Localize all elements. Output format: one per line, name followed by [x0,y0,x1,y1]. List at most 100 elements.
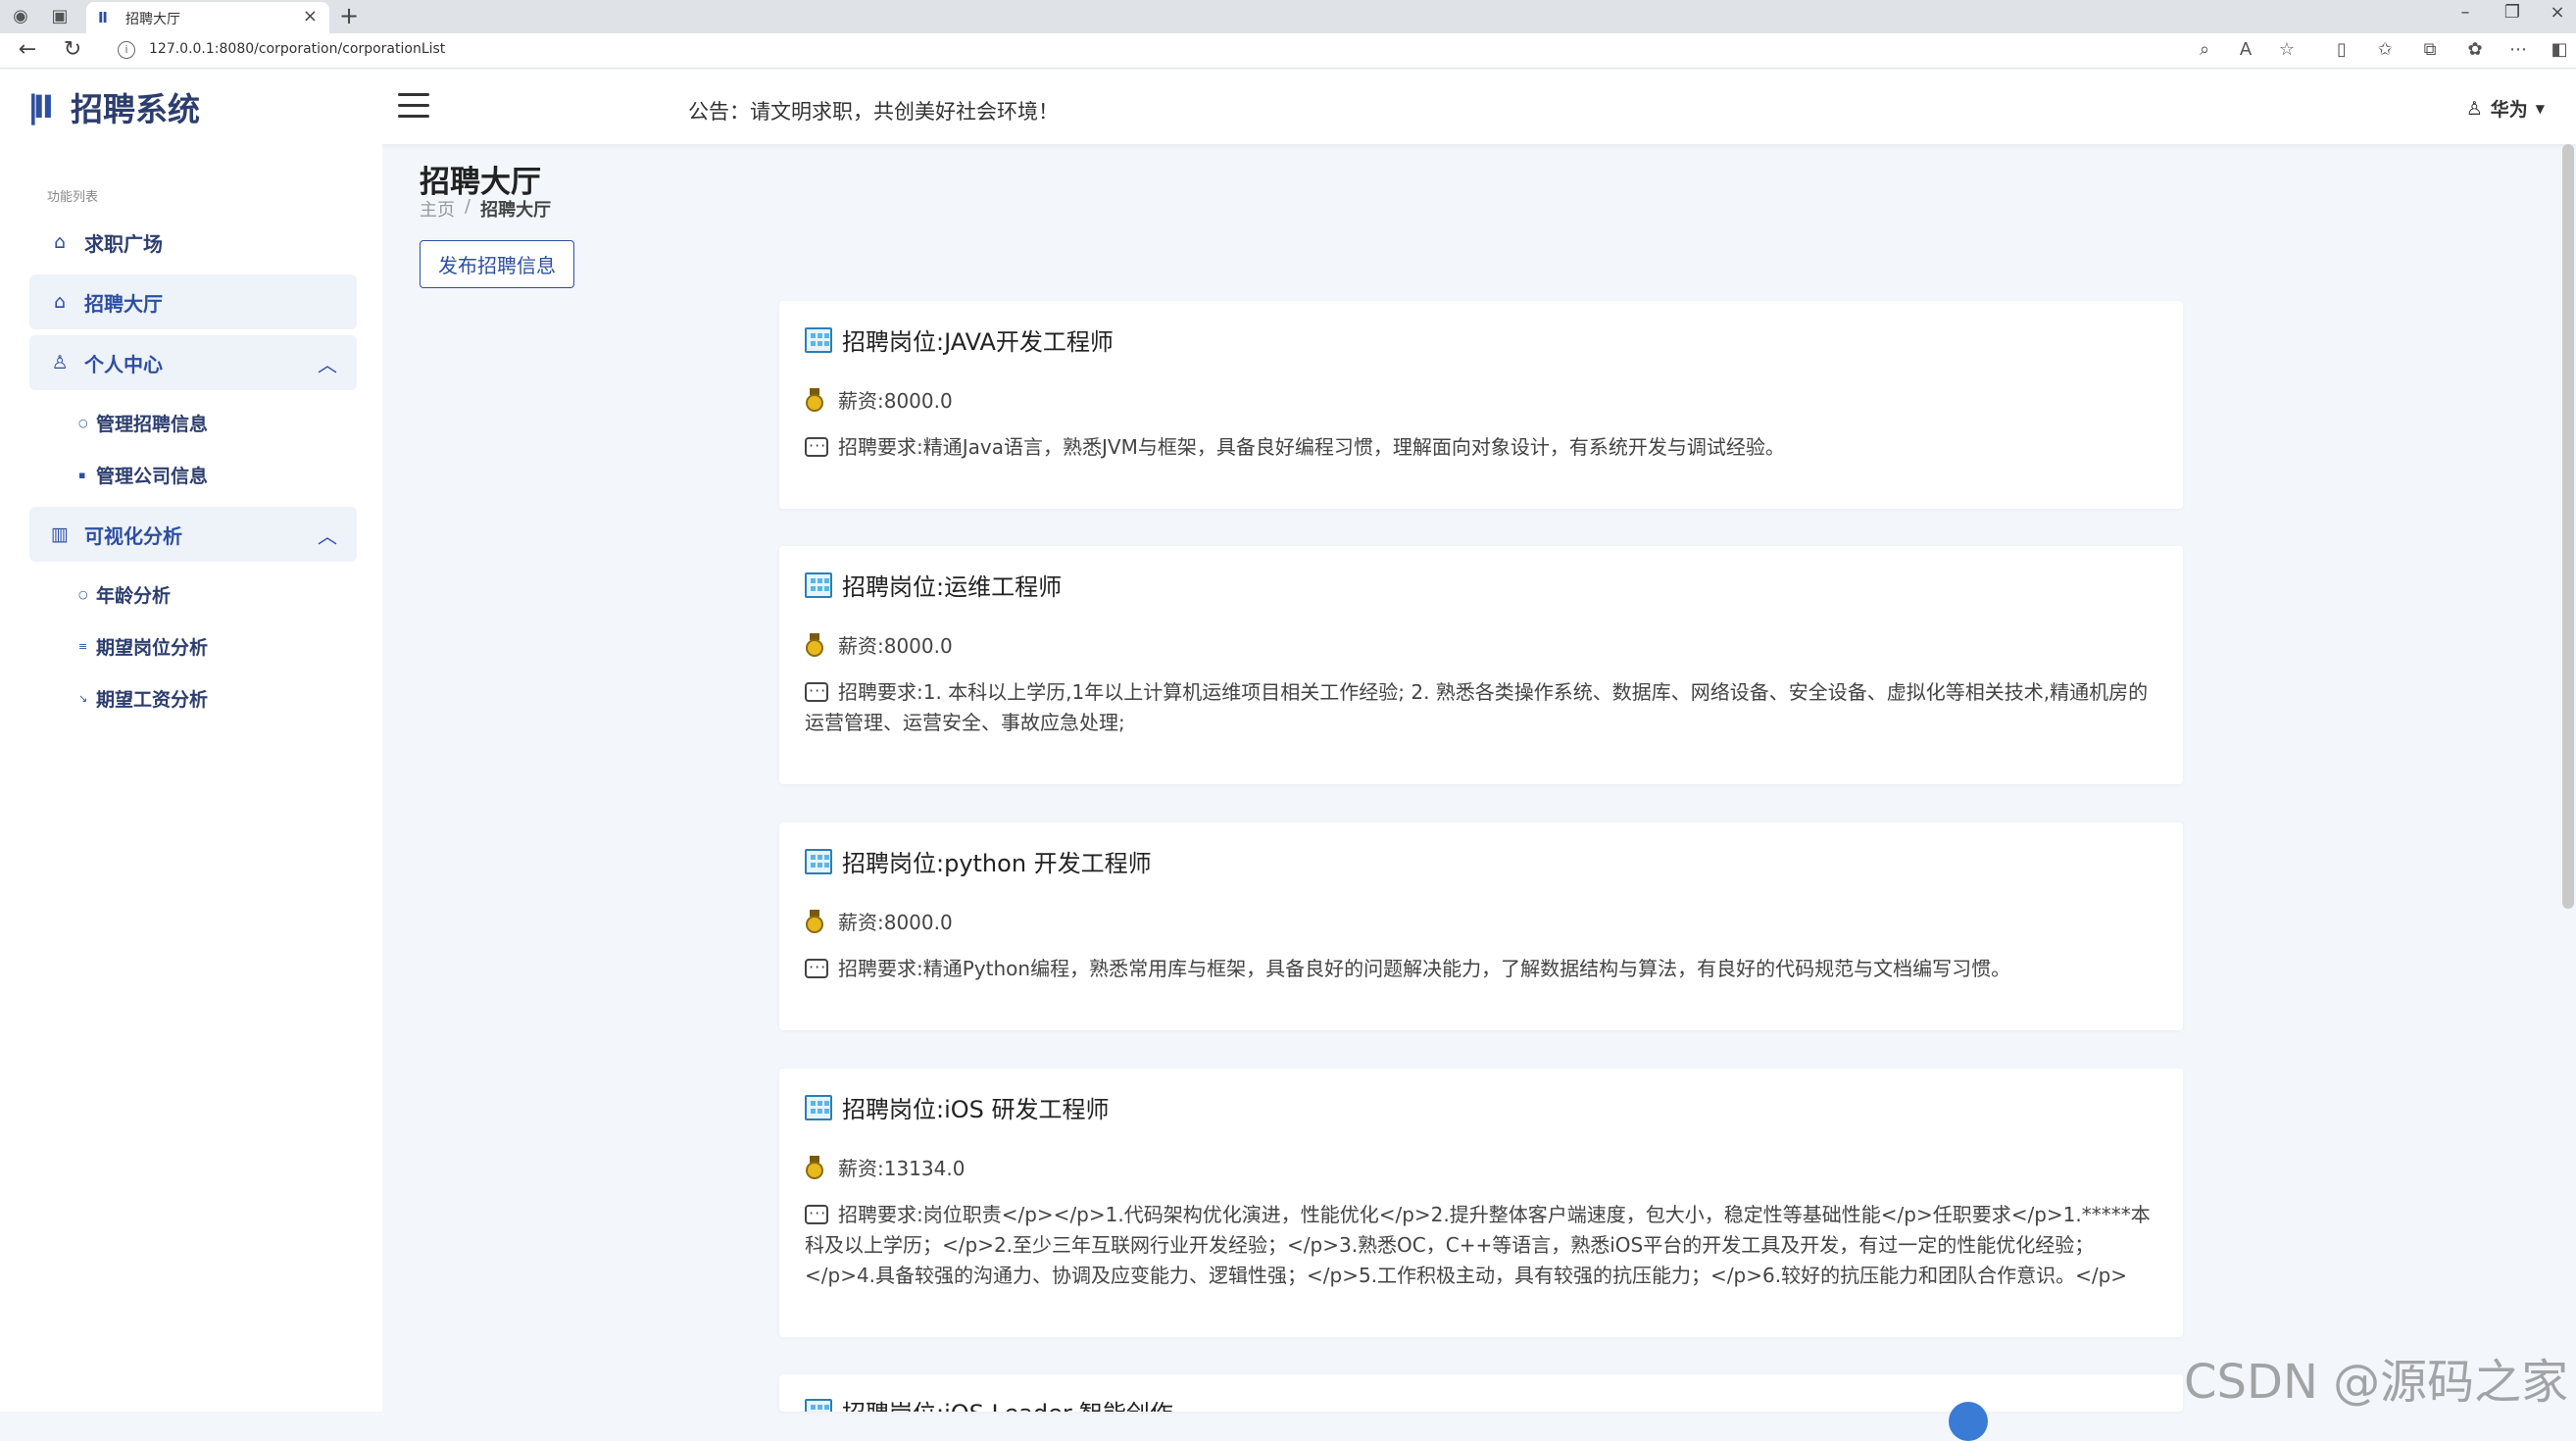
job-title[interactable]: 招聘岗位:JAVA开发工程师 [805,323,1114,357]
profile-icon[interactable]: ◉ [10,6,31,27]
close-window-icon[interactable]: × [2543,2,2572,23]
bullet-icon: ↘ [78,691,88,705]
collections-icon[interactable]: ⧉ [2417,39,2443,60]
sidebar-item-label: 求职广场 [84,231,163,256]
sidebar-group-personal-center[interactable]: ♙ 个人中心 ︿ [29,335,357,390]
job-requirement-text: 招聘要求:精通Python编程，熟悉常用库与框架，具备良好的问题解决能力，了解数… [838,957,2011,980]
sidebar-toggle-icon[interactable]: ◧ [2547,39,2572,60]
sidebar-subitem-salary-analysis[interactable]: ↘ 期望工资分析 [78,680,208,716]
restore-icon[interactable]: ❐ [2498,2,2527,23]
job-requirement: 招聘要求:1. 本科以上学历,1年以上计算机运维项目相关工作经验; 2. 熟悉各… [805,675,2157,738]
sidebar-item-label: 招聘大厅 [84,291,163,316]
sidebar-item-label: 个人中心 [84,352,163,376]
chevron-up-icon: ︿ [318,524,337,548]
job-card[interactable]: 招聘岗位:iOS 研发工程师 薪资:13134.0 招聘要求:岗位职责</p><… [779,1068,2183,1337]
page-scrollbar[interactable] [2562,144,2574,909]
job-title[interactable]: 招聘岗位:iOS Leader-智能创作 [805,1394,1173,1412]
sidebar-item-label: 可视化分析 [84,523,182,548]
browser-tab[interactable]: Ⅱ 招聘大厅 × [86,2,329,33]
tab-close-icon[interactable]: × [303,6,318,26]
site-info-icon[interactable]: i [118,41,135,59]
chevron-up-icon: ︿ [318,353,337,376]
favorites-icon[interactable]: ✩ [2372,39,2398,60]
medal-icon [805,387,824,412]
job-requirement-text: 招聘要求:1. 本科以上学历,1年以上计算机运维项目相关工作经验; 2. 熟悉各… [805,680,2149,734]
extension-icon[interactable]: ✿ [2462,39,2488,60]
sidebar-item-job-square[interactable]: ⌂ 求职广场 [29,215,357,270]
bullet-icon: ○ [78,416,88,429]
comment-icon [805,430,828,461]
job-title-text: 招聘岗位:iOS 研发工程师 [842,1096,1110,1123]
notice-text: 公告：请文明求职，共创美好社会环境！ [688,100,1059,124]
tab-actions-icon[interactable]: ▣ [49,6,71,27]
job-requirement: 招聘要求:岗位职责</p></p>1.代码架构优化演进，性能优化</p>2.提升… [805,1198,2157,1291]
browser-addressbar: ← ↻ i 127.0.0.1:8080/corporation/corpora… [0,33,2576,69]
user-name: 华为 [2490,99,2528,121]
page-title: 招聘大厅 [420,165,541,200]
building-icon [805,326,832,353]
minimize-icon[interactable]: – [2451,2,2480,23]
tab-title: 招聘大厅 [125,12,180,27]
sidebar-caption: 功能列表 [47,190,99,205]
job-salary-text: 薪资:8000.0 [838,911,953,934]
browser-tabstrip: ◉ ▣ Ⅱ 招聘大厅 × + – ❐ × [0,0,2576,33]
job-requirement-text: 招聘要求:精通Java语言，熟悉JVM与框架，具备良好编程习惯，理解面向对象设计… [838,435,1785,459]
favorite-star-icon[interactable]: ☆ [2274,39,2300,60]
sidebar-subitem-position-analysis[interactable]: ≡ 期望岗位分析 [78,628,208,664]
url-field[interactable]: 127.0.0.1:8080/corporation/corporationLi… [149,41,445,57]
sidebar-subitem-manage-jobs[interactable]: ○ 管理招聘信息 [78,405,208,440]
home-icon: ⌂ [53,231,67,253]
medal-icon [805,632,824,657]
breadcrumb-separator: / [465,196,471,217]
floating-action-button[interactable] [1949,1402,1988,1441]
more-icon[interactable]: ⋯ [2505,39,2531,60]
site-favicon-icon: Ⅱ [98,9,108,26]
user-menu[interactable]: ♙ 华为 ▼ [2466,95,2545,122]
caret-down-icon: ▼ [2535,101,2545,116]
sidebar-subitem-label: 管理公司信息 [96,465,209,487]
app-logo[interactable]: |Ⅱ 招聘系统 [27,87,200,128]
sidebar-subitem-label: 期望岗位分析 [96,636,209,659]
comment-icon [805,952,828,982]
logo-mark-icon: |Ⅱ [27,88,54,125]
sidebar-subitem-label: 管理招聘信息 [96,413,209,435]
job-title[interactable]: 招聘岗位:iOS 研发工程师 [805,1090,1110,1124]
read-aloud-icon[interactable]: A [2233,39,2258,60]
job-salary-text: 薪资:8000.0 [838,634,953,658]
building-icon [805,571,832,598]
sidebar-item-recruit-hall[interactable]: ⌂ 招聘大厅 [29,274,357,329]
sidebar-subitem-manage-company[interactable]: ▪ 管理公司信息 [78,457,208,492]
split-screen-icon[interactable]: ▯ [2329,39,2354,60]
sidebar: 功能列表 ⌂ 求职广场 ⌂ 招聘大厅 ♙ 个人中心 ︿ ○ 管理招聘信息 ▪ 管… [0,144,382,1412]
job-card[interactable]: 招聘岗位:JAVA开发工程师 薪资:8000.0 招聘要求:精通Java语言，熟… [779,301,2183,509]
job-requirement: 招聘要求:精通Python编程，熟悉常用库与框架，具备良好的问题解决能力，了解数… [805,952,2157,984]
bullet-icon: ≡ [78,639,88,653]
job-title-text: 招聘岗位:iOS Leader-智能创作 [842,1394,1173,1412]
job-salary: 薪资:8000.0 [805,907,953,935]
sidebar-subitem-label: 年龄分析 [96,584,172,607]
bullet-icon: ○ [78,587,88,601]
publish-job-button[interactable]: 发布招聘信息 [420,240,574,288]
reload-icon[interactable]: ↻ [59,37,86,62]
job-salary: 薪资:13134.0 [805,1153,965,1181]
back-icon[interactable]: ← [14,37,41,62]
medal-icon [805,909,824,933]
job-title[interactable]: 招聘岗位:运维工程师 [805,568,1062,602]
comment-icon [805,675,828,706]
job-card[interactable]: 招聘岗位:python 开发工程师 薪资:8000.0 招聘要求:精通Pytho… [779,822,2183,1030]
building-icon [805,848,832,874]
sidebar-subitem-label: 期望工资分析 [96,688,209,711]
sidebar-group-visual-analysis[interactable]: ▥ 可视化分析 ︿ [29,507,357,562]
job-title[interactable]: 招聘岗位:python 开发工程师 [805,844,1152,878]
sidebar-subitem-age-analysis[interactable]: ○ 年龄分析 [78,576,171,612]
job-card[interactable]: 招聘岗位:运维工程师 薪资:8000.0 招聘要求:1. 本科以上学历,1年以上… [779,546,2183,784]
job-title-text: 招聘岗位:JAVA开发工程师 [842,328,1114,356]
bar-chart-icon: ▥ [51,523,69,545]
app-header: |Ⅱ 招聘系统 公告：请文明求职，共创美好社会环境！ ♙ 华为 ▼ [0,70,2576,144]
zoom-icon[interactable]: ⌕ [2192,39,2217,60]
job-salary: 薪资:8000.0 [805,385,953,414]
breadcrumb-home[interactable]: 主页 [420,196,455,222]
new-tab-icon[interactable]: + [339,2,359,29]
building-icon [805,1094,832,1120]
menu-toggle-icon[interactable] [398,93,429,121]
